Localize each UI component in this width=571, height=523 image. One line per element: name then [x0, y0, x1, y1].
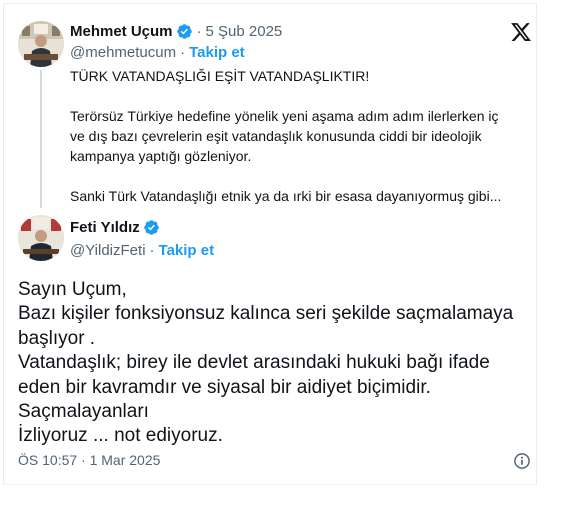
reply-line: başlıyor .	[18, 327, 96, 349]
quoted-author-name[interactable]: Mehmet Uçum	[70, 23, 173, 40]
tweet-timestamp[interactable]: ÖS 10:57 · 1 Mar 2025	[18, 452, 160, 468]
avatar-image	[18, 215, 64, 261]
reply-author-name[interactable]: Feti Yıldız	[70, 219, 140, 236]
reply-line: eden bir kavramdır ve siyasal bir aidiye…	[18, 376, 431, 398]
avatar-image	[18, 21, 64, 67]
name-date-separator: ·	[196, 23, 202, 40]
reply-line: Saçmalayanları	[18, 401, 149, 423]
reply-handle-row: @YildizFeti · Takip et	[70, 242, 214, 259]
quoted-handle-row: @mehmetucum · Takip et	[70, 44, 245, 61]
quoted-line: Sanki Türk Vatandaşlığı etnik ya da ırki…	[70, 188, 502, 204]
thread-connector-line	[40, 70, 42, 208]
quoted-tweet-text[interactable]: TÜRK VATANDAŞLIĞI EŞİT VATANDAŞLIKTIR! T…	[70, 66, 530, 206]
quoted-line: ve dış bazı çevrelerin eşit vatandaşlık …	[70, 128, 482, 144]
avatar-feti-yildiz[interactable]	[18, 215, 64, 261]
reply-author-handle[interactable]: @YildizFeti	[70, 242, 146, 259]
reply-author-row: Feti Yıldız	[70, 219, 160, 236]
follow-button-quoted[interactable]: Takip et	[189, 44, 245, 61]
handle-separator: ·	[149, 242, 155, 259]
quoted-date[interactable]: 5 Şub 2025	[206, 23, 283, 40]
quoted-line: TÜRK VATANDAŞLIĞI EŞİT VATANDAŞLIKTIR!	[70, 68, 370, 84]
info-icon[interactable]	[512, 451, 532, 471]
handle-separator: ·	[180, 44, 186, 61]
quoted-line: Terörsüz Türkiye hedefine yönelik yeni a…	[70, 108, 499, 124]
verified-badge-icon	[176, 24, 192, 39]
reply-line: Bazı kişiler fonksiyonsuz kalınca seri ş…	[18, 303, 514, 325]
reply-line: Sayın Uçum,	[18, 279, 127, 300]
verified-badge-icon	[143, 220, 159, 235]
reply-tweet-text: Sayın Uçum, Bazı kişiler fonksiyonsuz ka…	[18, 278, 528, 449]
reply-line: İzliyoruz ... not ediyoruz.	[18, 425, 223, 447]
x-logo-icon[interactable]	[510, 21, 532, 43]
card-divider	[3, 484, 537, 485]
quoted-author-row: Mehmet Uçum · 5 Şub 2025	[70, 23, 282, 40]
quoted-author-handle[interactable]: @mehmetucum	[70, 44, 176, 61]
follow-button-reply[interactable]: Takip et	[159, 242, 215, 259]
avatar-mehmet-ucum[interactable]	[18, 21, 64, 67]
reply-line: Vatandaşlık; birey ile devlet arasındaki…	[18, 352, 490, 374]
quoted-line: kampanya yaptığı gözleniyor.	[70, 148, 252, 164]
